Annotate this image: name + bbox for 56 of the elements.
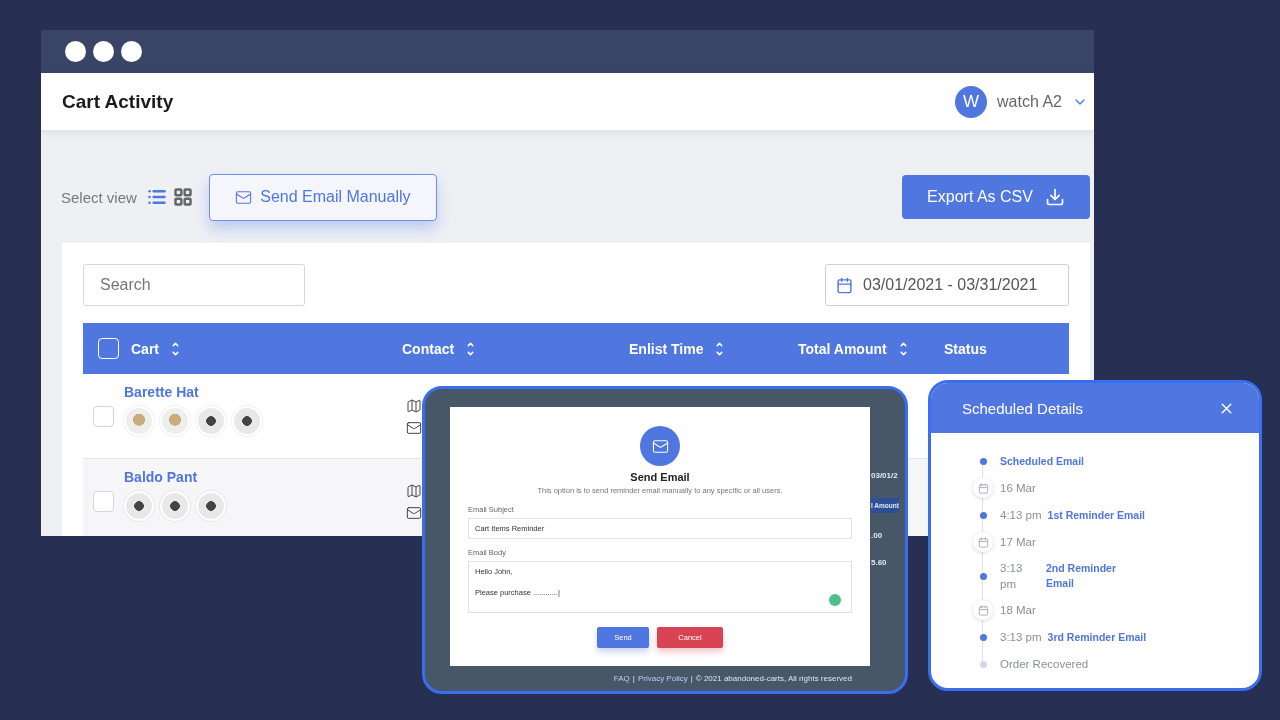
column-header[interactable]: Total Amount [798,340,887,357]
export-csv-button[interactable]: Export As CSV [902,175,1090,219]
page-title: Cart Activity [62,90,174,113]
calendar-icon [973,600,993,620]
timeline-event: 1st Reminder Email [1047,507,1145,523]
send-email-button[interactable]: Send Email Manually [208,173,437,221]
map-icon[interactable] [406,483,422,499]
footer-separator: | [632,674,635,683]
footer-separator: | [690,674,693,683]
user-name[interactable]: watch A2 [997,92,1062,111]
timeline-event: Scheduled Email [1000,453,1085,469]
mail-icon [640,426,680,466]
mail-icon[interactable] [406,505,422,521]
grammar-check-icon[interactable] [829,594,841,606]
backdrop-text: 5.60 [871,558,887,567]
mail-icon[interactable] [406,420,422,436]
search-field[interactable]: Search [83,264,305,306]
grid-view-icon[interactable] [172,187,193,207]
timeline-time: 3:13 pm [1000,560,1024,592]
modal-title: Send Email [630,471,690,483]
timeline-date: 18 Mar [1000,602,1036,618]
timeline-event: 3rd Reminder Email [1047,629,1147,645]
select-view-label: Select view [61,188,137,206]
calendar-icon [973,532,993,552]
calendar-icon [836,276,853,294]
panel-title: Scheduled Details [962,399,1083,417]
timeline-date: 16 Mar [1000,480,1036,496]
timeline-event: 2nd Reminder Email [1046,561,1117,591]
footer-text: © 2021 abandoned-carts, All rights reserved [695,674,852,683]
timeline-time: 4:13 pm [1000,507,1042,523]
user-avatar[interactable]: W [955,85,988,118]
date-range-field[interactable]: 03/01/2021 - 03/31/2021 [825,264,1069,306]
timeline-date: 17 Mar [1000,534,1036,550]
mail-icon [235,188,253,206]
timeline-time: 3:13 pm [1000,629,1042,645]
footer-link[interactable]: FAQ [613,674,630,683]
column-header[interactable]: Enlist Time [629,340,704,357]
window-dot[interactable] [93,41,114,62]
timeline-event: Order Recovered [1000,656,1089,672]
download-icon [1044,187,1065,207]
backdrop-text: 03/01/2 [871,471,898,480]
window-dot[interactable] [121,41,142,62]
column-header[interactable]: Status [944,340,987,357]
row-checkbox[interactable] [93,406,114,427]
window-dot[interactable] [65,41,86,62]
backdrop-text: .00 [871,531,883,540]
product-link[interactable]: Barette Hat [124,384,262,400]
column-header[interactable]: Cart [131,340,159,357]
select-all-checkbox[interactable] [98,338,119,359]
row-checkbox[interactable] [93,491,114,512]
footer-link[interactable]: Privacy Policy [637,674,688,683]
calendar-icon [973,478,993,498]
column-header[interactable]: Contact [402,340,455,357]
map-icon[interactable] [406,398,422,414]
list-view-icon[interactable] [146,187,167,207]
product-link[interactable]: Baldo Pant [124,469,226,485]
